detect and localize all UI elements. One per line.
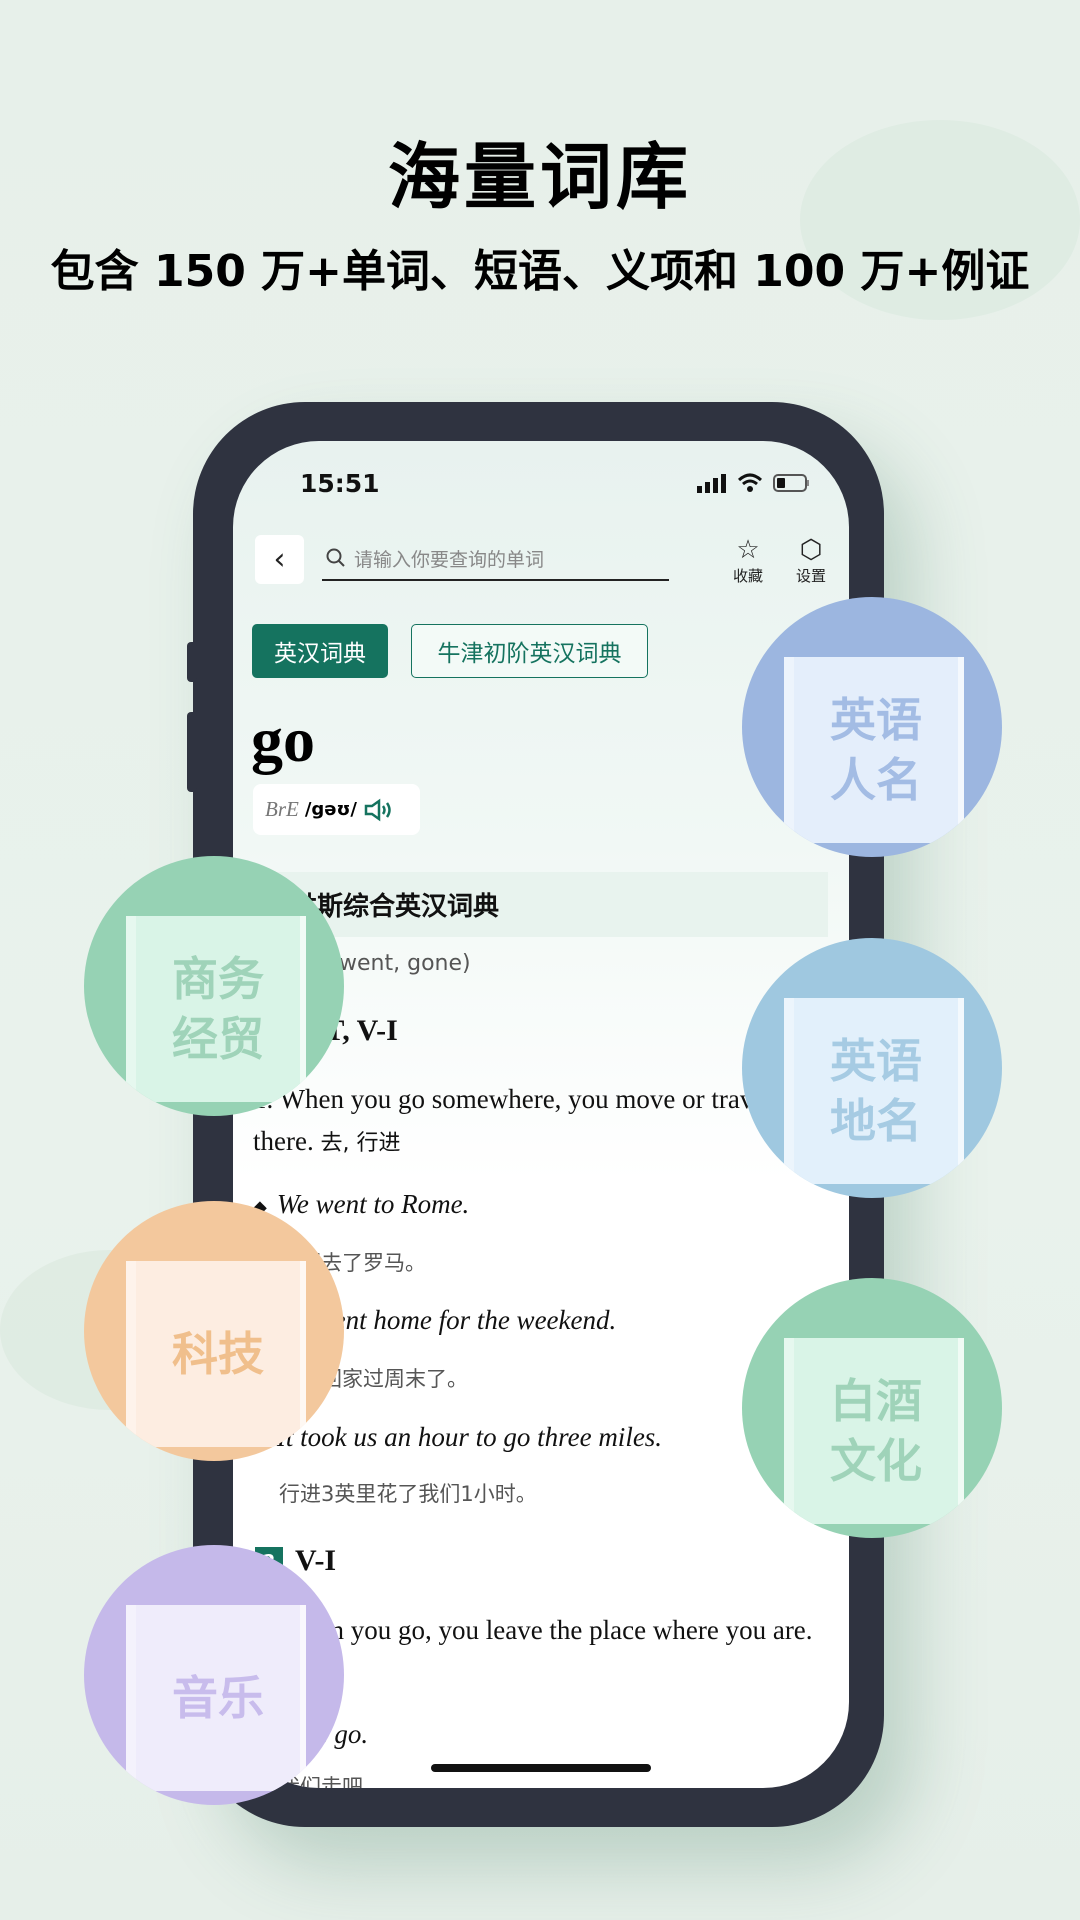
home-indicator[interactable] <box>431 1764 651 1772</box>
status-time: 15:51 <box>300 469 380 498</box>
favorite-label: 收藏 <box>732 567 763 585</box>
phone-side-button <box>187 642 197 682</box>
ipa: /gəʊ/ <box>304 799 357 820</box>
favorite-button[interactable]: ☆ 收藏 <box>723 535 773 586</box>
pron-label: BrE <box>265 797 299 821</box>
book-icon: 英语人名 <box>784 657 964 843</box>
search-input[interactable]: 请输入你要查询的单词 <box>322 537 669 581</box>
hero-title: 海量词库 <box>387 135 692 219</box>
speaker-icon[interactable] <box>363 798 393 822</box>
back-button[interactable]: ‹ <box>255 535 304 584</box>
tab-english-chinese[interactable]: 英汉词典 <box>252 624 388 678</box>
chevron-left-icon: ‹ <box>273 542 286 577</box>
book-icon: 音乐 <box>126 1605 306 1791</box>
definition-zh: 去, 行进 <box>320 1131 401 1156</box>
search-icon <box>326 548 345 567</box>
category-label: 英语人名 <box>830 693 922 807</box>
headword: go <box>251 704 315 775</box>
category-label: 商务经贸 <box>172 952 264 1066</box>
category-label: 英语地名 <box>830 1034 922 1148</box>
search-placeholder: 请输入你要查询的单词 <box>354 548 545 571</box>
category-badge[interactable]: 英语人名 <box>742 597 1002 857</box>
example: ◆ We went to Rome. <box>253 1189 470 1219</box>
category-label: 科技 <box>172 1327 264 1381</box>
star-icon: ☆ <box>736 535 760 565</box>
example: ◆It took us an hour to go three miles. <box>253 1422 663 1452</box>
signal-icon <box>697 474 726 493</box>
category-label: 音乐 <box>172 1671 264 1725</box>
battery-icon <box>773 474 809 492</box>
tab-oxford-elementary[interactable]: 牛津初阶英汉词典 <box>411 624 648 678</box>
hero-subtitle: 包含 150 万+单词、短语、义项和 100 万+例证 <box>50 246 1030 297</box>
settings-button[interactable]: ⬡ 设置 <box>786 535 836 586</box>
gear-icon: ⬡ <box>799 535 823 565</box>
category-badge[interactable]: 白酒文化 <box>742 1278 1002 1538</box>
example-translation: 行进3英里花了我们1小时。 <box>279 1482 537 1506</box>
wifi-icon <box>737 473 763 492</box>
status-icons <box>697 473 811 493</box>
category-badge[interactable]: 科技 <box>84 1201 344 1461</box>
category-label: 白酒文化 <box>830 1374 922 1488</box>
category-badge[interactable]: 英语地名 <box>742 938 1002 1198</box>
settings-label: 设置 <box>795 567 826 585</box>
book-icon: 商务经贸 <box>126 916 306 1102</box>
pronunciation[interactable]: BrE /gəʊ/ <box>253 784 420 835</box>
book-icon: 白酒文化 <box>784 1338 964 1524</box>
part-of-speech: V-I <box>295 1544 337 1577</box>
category-badge[interactable]: 音乐 <box>84 1545 344 1805</box>
phone-side-button <box>187 712 197 792</box>
book-icon: 英语地名 <box>784 998 964 1184</box>
category-badge[interactable]: 商务经贸 <box>84 856 344 1116</box>
book-icon: 科技 <box>126 1261 306 1447</box>
dictionary-section-header: 柯林斯综合英汉词典 <box>251 872 828 937</box>
